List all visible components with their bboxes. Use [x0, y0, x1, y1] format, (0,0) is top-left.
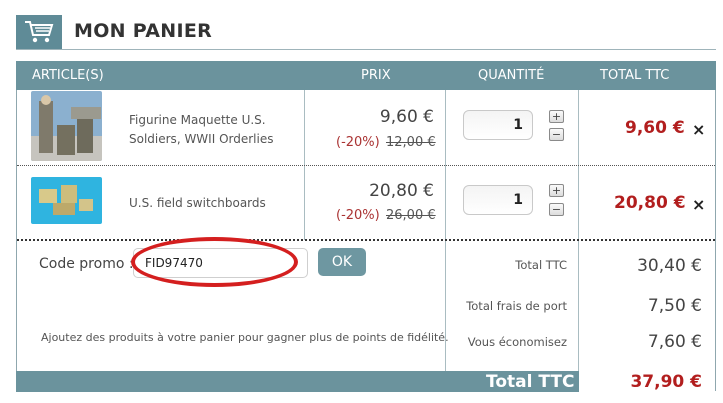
- minus-icon: −: [551, 128, 562, 141]
- highlight-circle: [131, 237, 298, 287]
- plus-icon: +: [551, 184, 562, 197]
- apply-promo-button[interactable]: OK: [318, 248, 366, 276]
- plus-icon: +: [551, 110, 562, 123]
- line-total: 9,60 €: [625, 118, 685, 138]
- cart-header-icon: [16, 15, 62, 49]
- grand-total-label: Total TTC: [486, 372, 575, 392]
- shipping-label: Total frais de port: [466, 299, 567, 313]
- subtotal-label: Total TTC: [515, 258, 567, 272]
- row-divider: [17, 165, 715, 166]
- product-name-line: Soldiers, WWII Orderlies: [129, 132, 274, 146]
- subtotal-value: 30,40 €: [637, 256, 702, 276]
- shopping-cart-icon: [25, 21, 54, 43]
- grand-total-cell: 37,90 €: [579, 371, 716, 392]
- unit-price: 9,60 €: [379, 107, 434, 127]
- page-title: MON PANIER: [74, 20, 213, 42]
- quantity-increment-button[interactable]: +: [549, 110, 564, 123]
- product-image[interactable]: [31, 91, 102, 161]
- shipping-value: 7,50 €: [647, 296, 702, 316]
- original-price: 26,00 €: [386, 208, 436, 223]
- remove-item-icon[interactable]: ×: [692, 195, 705, 214]
- discount-percent: (-20%): [336, 135, 380, 150]
- quantity-input[interactable]: 1: [463, 185, 533, 215]
- remove-item-icon[interactable]: ×: [692, 120, 705, 139]
- table-header: ARTICLE(S) PRIX QUANTITÉ TOTAL TTC: [16, 61, 716, 90]
- quantity-input[interactable]: 1: [463, 110, 533, 140]
- product-image[interactable]: [31, 177, 102, 224]
- savings-value: 7,60 €: [647, 332, 702, 352]
- product-name-line: Figurine Maquette U.S.: [129, 113, 266, 127]
- col-article: ARTICLE(S): [32, 68, 104, 83]
- col-price: PRIX: [361, 68, 391, 83]
- quantity-decrement-button[interactable]: −: [549, 203, 564, 216]
- col-divider: [445, 90, 446, 371]
- header-divider: [16, 49, 716, 50]
- line-total: 20,80 €: [614, 193, 686, 213]
- col-quantity: QUANTITÉ: [478, 68, 545, 83]
- row-divider: [17, 239, 715, 241]
- col-total: TOTAL TTC: [600, 68, 670, 83]
- savings-label: Vous économisez: [467, 335, 567, 349]
- quantity-increment-button[interactable]: +: [549, 184, 564, 197]
- discount-percent: (-20%): [336, 208, 380, 223]
- minus-icon: −: [551, 203, 562, 216]
- original-price: 12,00 €: [386, 135, 436, 150]
- loyalty-message: Ajoutez des produits à votre panier pour…: [41, 331, 449, 344]
- promo-code-label: Code promo :: [39, 256, 134, 272]
- unit-price: 20,80 €: [369, 181, 434, 201]
- product-name[interactable]: U.S. field switchboards: [129, 194, 266, 213]
- product-name[interactable]: Figurine Maquette U.S. Soldiers, WWII Or…: [129, 111, 273, 149]
- grand-total-value: 37,90 €: [630, 372, 702, 392]
- quantity-decrement-button[interactable]: −: [549, 128, 564, 141]
